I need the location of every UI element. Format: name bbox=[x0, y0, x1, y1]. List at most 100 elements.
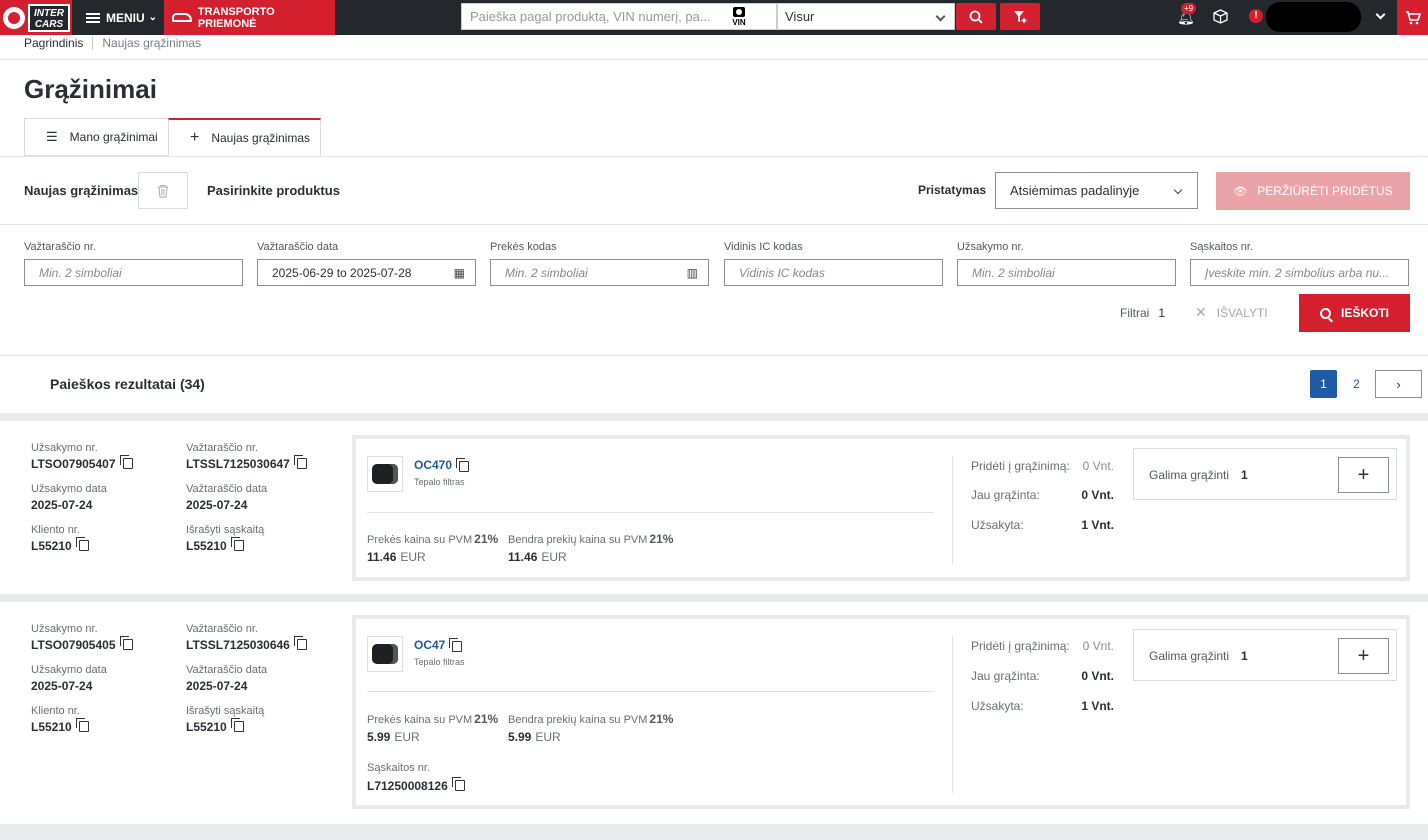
invoice-no-input[interactable]: Įveskite min. 2 simbolius arba nu... bbox=[1190, 259, 1409, 286]
add-to-return-button[interactable]: + bbox=[1338, 638, 1389, 674]
advanced-filter-button[interactable] bbox=[1000, 3, 1040, 30]
product-image[interactable] bbox=[367, 636, 403, 672]
tab-new-return[interactable]: + Naujas grąžinimas bbox=[168, 118, 321, 156]
product-code[interactable]: OC47 bbox=[414, 638, 445, 652]
ordered-label: Užsakyta: bbox=[971, 699, 1024, 713]
vin-scan-icon[interactable]: VIN bbox=[730, 7, 748, 27]
calendar-icon[interactable]: ▦ bbox=[454, 266, 465, 280]
client-no-label: Kliento nr. bbox=[31, 705, 80, 717]
product-code[interactable]: OC470 bbox=[414, 458, 452, 472]
breadcrumb-home[interactable]: Pagrindinis bbox=[24, 36, 83, 50]
box-icon[interactable] bbox=[1213, 9, 1228, 27]
search-button[interactable] bbox=[956, 3, 996, 30]
barcode-scan-icon[interactable]: ▥ bbox=[687, 266, 698, 280]
delivery-select[interactable]: Atsiėmimas padalinyje bbox=[995, 172, 1198, 209]
intercars-logo[interactable]: INTER CARS bbox=[0, 0, 72, 35]
add-to-return-button[interactable]: + bbox=[1338, 457, 1389, 493]
already-returned-label: Jau grąžinta: bbox=[971, 488, 1040, 502]
tab-my-returns[interactable]: ☰ Mano grąžinimai bbox=[24, 118, 168, 156]
cart-button[interactable] bbox=[1397, 0, 1428, 35]
product-code-link[interactable]: OC470 bbox=[414, 457, 470, 472]
client-no-text: L55210 bbox=[31, 720, 72, 734]
client-no-label: Kliento nr. bbox=[31, 524, 80, 536]
user-account-redacted[interactable] bbox=[1266, 2, 1361, 32]
search-icon bbox=[969, 10, 983, 24]
waybill-no-text: LTSSL7125030646 bbox=[186, 638, 290, 652]
copy-icon[interactable] bbox=[230, 537, 244, 551]
copy-icon[interactable] bbox=[119, 636, 133, 650]
total-price-value: 5.99 EUR bbox=[508, 730, 561, 744]
currency: EUR bbox=[400, 550, 426, 564]
menu-button[interactable]: MENIU ⌄ bbox=[86, 0, 157, 35]
divider bbox=[367, 512, 934, 513]
breadcrumb: Pagrindinis Naujas grąžinimas bbox=[24, 36, 201, 50]
total-price-label-text: Bendra prekių kaina su PVM bbox=[508, 714, 648, 726]
hamburger-icon bbox=[86, 12, 100, 23]
separator-band bbox=[0, 824, 1428, 840]
currency: EUR bbox=[394, 730, 420, 744]
copy-icon[interactable] bbox=[119, 455, 133, 469]
copy-icon[interactable] bbox=[456, 457, 470, 472]
invoiced-label: Išrašyti sąskaitą bbox=[186, 705, 265, 717]
delete-button[interactable] bbox=[138, 172, 188, 209]
copy-icon[interactable] bbox=[451, 777, 465, 791]
clear-label: IŠVALYTI bbox=[1216, 306, 1268, 320]
copy-icon[interactable] bbox=[75, 718, 89, 732]
copy-icon[interactable] bbox=[449, 637, 463, 652]
placeholder: Įveskite min. 2 simbolius arba nu... bbox=[1205, 265, 1390, 280]
unit-price-amount: 11.46 bbox=[367, 550, 397, 564]
total-price-amount: 11.46 bbox=[508, 550, 538, 564]
return-quantity-box: Galima grąžinti 1 + bbox=[1133, 629, 1397, 681]
ic-code-input[interactable]: Vidinis IC kodas bbox=[724, 259, 943, 286]
cart-icon bbox=[1405, 10, 1421, 24]
waybill-date-input[interactable]: 2025-06-29 to 2025-07-28 ▦ bbox=[257, 259, 476, 286]
field-label: Važtaraščio data bbox=[257, 241, 339, 253]
copy-icon[interactable] bbox=[293, 636, 307, 650]
product-card: OC47 Tepalo filtras Prekės kaina su PVM 2… bbox=[352, 615, 1410, 809]
page-2-button[interactable]: 2 bbox=[1343, 370, 1370, 398]
filters-label: Filtrai bbox=[1120, 306, 1150, 320]
date-range-value: 2025-06-29 to 2025-07-28 bbox=[272, 265, 412, 280]
waybill-date-value: 2025-07-24 bbox=[186, 679, 248, 693]
product-code-link[interactable]: OC47 bbox=[414, 637, 463, 652]
order-no-input[interactable]: Min. 2 simboliai bbox=[957, 259, 1176, 286]
separator-band bbox=[0, 413, 1428, 421]
product-code-input[interactable]: Min. 2 simboliai ▥ bbox=[490, 259, 709, 286]
order-no-field: Užsakymo nr. Min. 2 simboliai bbox=[957, 241, 1176, 286]
vat-rate: 21% bbox=[649, 532, 674, 546]
notification-badge: +9 bbox=[1181, 3, 1197, 14]
chevron-down-icon[interactable] bbox=[1375, 9, 1386, 20]
vehicle-label: TRANSPORTO PRIEMONĖ bbox=[197, 5, 275, 30]
menu-label: MENIU bbox=[106, 10, 145, 25]
tab-label: Mano grąžinimai bbox=[69, 130, 158, 144]
clear-filters-button[interactable]: ✕ IŠVALYTI bbox=[1195, 305, 1268, 320]
alert-icon[interactable]: ! bbox=[1249, 9, 1263, 23]
waybill-date-label: Važtaraščio data bbox=[186, 664, 268, 676]
search-submit-button[interactable]: IEŠKOTI bbox=[1299, 294, 1410, 332]
product-image[interactable] bbox=[367, 456, 403, 492]
logo-mark-icon bbox=[3, 6, 25, 29]
placeholder: Min. 2 simboliai bbox=[505, 265, 588, 280]
waybill-no-value: LTSSL7125030647 bbox=[186, 455, 307, 483]
total-price-label-text: Bendra prekių kaina su PVM bbox=[508, 534, 648, 546]
order-info: Užsakymo nr. LTSO07905405 Užsakymo data … bbox=[31, 623, 133, 746]
vehicle-button[interactable]: TRANSPORTO PRIEMONĖ bbox=[164, 0, 335, 35]
copy-icon[interactable] bbox=[75, 537, 89, 551]
invoiced-label: Išrašyti sąskaitą bbox=[186, 524, 265, 536]
waybill-no-input[interactable]: Min. 2 simboliai bbox=[24, 259, 243, 286]
order-no-value: LTSO07905407 bbox=[31, 455, 133, 483]
product-description: Tepalo filtras bbox=[414, 477, 465, 487]
page-1-button[interactable]: 1 bbox=[1310, 370, 1337, 398]
placeholder: Min. 2 simboliai bbox=[972, 265, 1055, 280]
add-to-return-qty: 0 Vnt. bbox=[1082, 639, 1114, 653]
add-to-return-label: Pridėti į grąžinimą: bbox=[971, 459, 1070, 473]
view-added-button[interactable]: 👁︎ PERŽIŪRĖTI PRIDĖTUS bbox=[1216, 172, 1410, 210]
copy-icon[interactable] bbox=[293, 455, 307, 469]
copy-icon[interactable] bbox=[230, 718, 244, 732]
next-page-button[interactable]: › bbox=[1375, 370, 1422, 398]
breadcrumb-separator bbox=[92, 36, 94, 50]
placeholder: Min. 2 simboliai bbox=[39, 265, 122, 280]
client-no-value: L55210 bbox=[31, 537, 133, 565]
search-scope-select[interactable]: Visur bbox=[777, 3, 955, 30]
filters-count: Filtrai 1 bbox=[1120, 306, 1165, 320]
